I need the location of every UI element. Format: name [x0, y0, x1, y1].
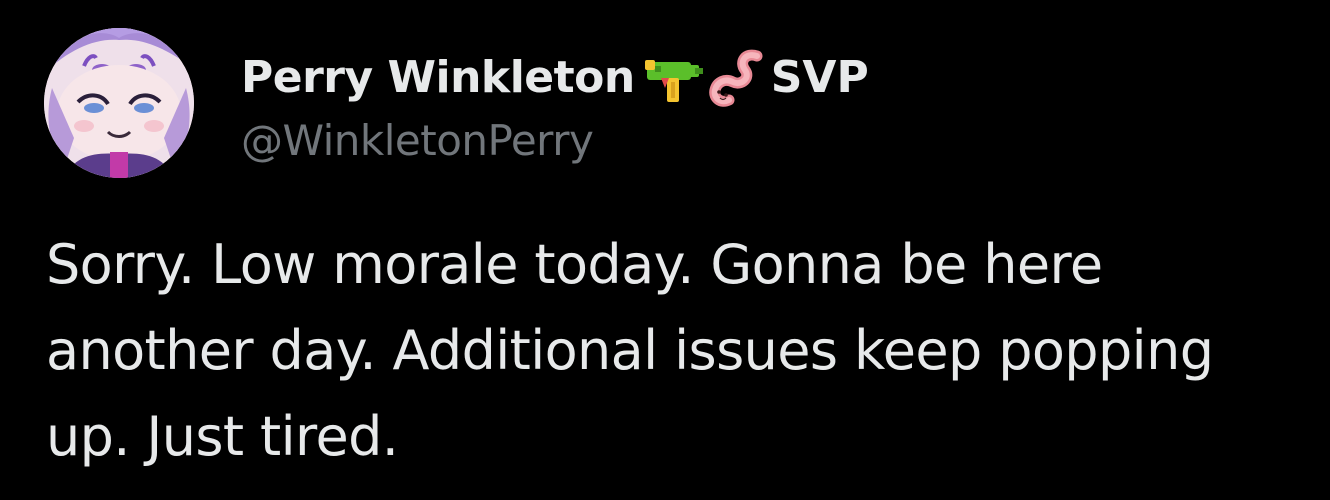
user-handle[interactable]: @WinkletonPerry	[241, 116, 869, 165]
tweet-card[interactable]: Perry Winkleton SVP @WinkletonPerry Sorr…	[0, 0, 1330, 500]
worm-icon	[705, 48, 765, 108]
avatar-image	[44, 28, 194, 178]
author-names: Perry Winkleton SVP @WinkletonPerry	[241, 42, 869, 165]
display-name-suffix[interactable]: SVP	[771, 52, 869, 103]
tweet-header: Perry Winkleton SVP @WinkletonPerry	[44, 28, 869, 178]
tweet-text: Sorry. Low morale today. Gonna be here a…	[46, 233, 1214, 468]
water-gun-icon	[643, 48, 705, 108]
avatar[interactable]	[44, 28, 194, 178]
display-name-row[interactable]: Perry Winkleton SVP	[241, 42, 869, 114]
display-name[interactable]: Perry Winkleton	[241, 52, 635, 103]
